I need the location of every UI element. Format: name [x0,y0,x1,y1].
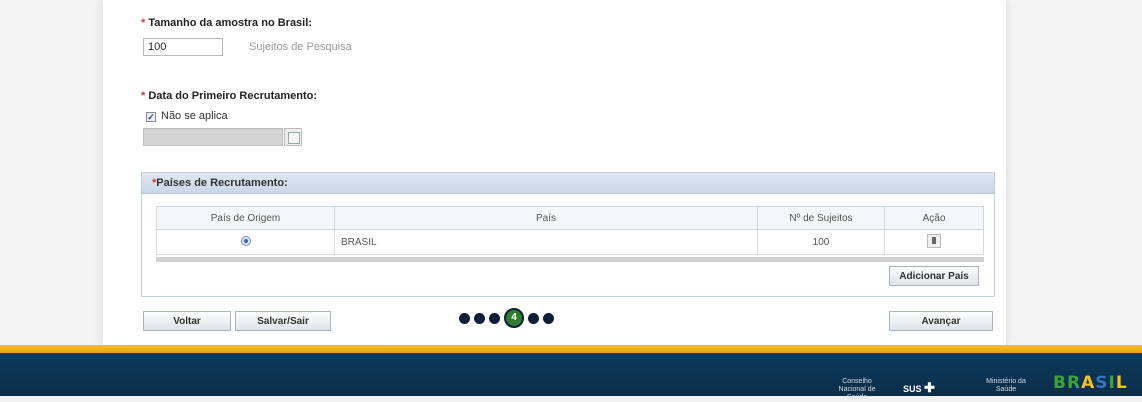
cns-logo-text: Conselho Nacional de Saúde [838,378,876,401]
first-recruitment-label: * Data do Primeiro Recrutamento: [141,90,317,102]
page-margin-left [0,0,103,345]
step-dot-2 [474,312,485,324]
col-country: País [334,206,758,230]
government-footer [0,353,1142,396]
not-applicable-checkbox[interactable]: ✓ [146,112,156,122]
step-dot-6 [543,312,554,324]
table-row: BRASIL 100 [156,229,984,255]
country-cell: BRASIL [334,229,758,255]
delete-icon[interactable] [927,233,941,248]
footer-gold-bar [0,345,1142,353]
calendar-icon [284,128,302,146]
page-margin-right [1006,0,1142,345]
brasil-logo: BRASIL [1053,373,1128,393]
recruitment-countries-panel: *Países de Recrutamento: País de Origem … [141,172,995,297]
origin-country-radio[interactable] [240,235,251,246]
table-footer-bar [156,257,984,262]
step-dot-1 [459,312,470,324]
step-dot-3 [489,312,500,324]
action-cell [884,229,984,255]
countries-table: País de Origem País Nº de Sujeitos Ação … [156,206,984,255]
col-origin-country: País de Origem [156,206,335,230]
sample-size-unit-hint: Sujeitos de Pesquisa [249,41,352,53]
step-dot-5 [528,312,539,324]
required-mark: * [141,17,146,29]
sus-logo: SUS ✚ [903,380,935,396]
step-current: 4 [504,308,524,328]
sample-size-label-text: Tamanho da amostra no Brasil: [148,17,312,29]
form-content: * Tamanho da amostra no Brasil: Sujeitos… [103,0,1006,345]
not-applicable-label: Não se aplica [161,110,228,122]
save-exit-button[interactable]: Salvar/Sair [235,311,331,331]
col-subjects: Nº de Sujeitos [757,206,885,230]
first-recruitment-date-input [143,128,283,146]
panel-header: *Países de Recrutamento: [142,173,994,194]
panel-title: Países de Recrutamento: [156,177,288,189]
step-indicator: 4 [459,307,554,329]
first-recruitment-label-text: Data do Primeiro Recrutamento: [148,90,318,102]
sample-size-input[interactable] [143,38,223,56]
next-button[interactable]: Avançar [889,311,993,331]
cross-icon: ✚ [924,380,935,395]
back-button[interactable]: Voltar [143,311,231,331]
ministry-logo-text: Ministério da Saúde [986,378,1026,393]
sus-logo-text: SUS [903,384,922,394]
subjects-cell: 100 [757,229,885,255]
col-action: Ação [884,206,984,230]
origin-cell [156,229,335,255]
required-mark: * [141,90,146,102]
sample-size-label: * Tamanho da amostra no Brasil: [141,17,312,29]
add-country-button[interactable]: Adicionar País [889,266,979,286]
